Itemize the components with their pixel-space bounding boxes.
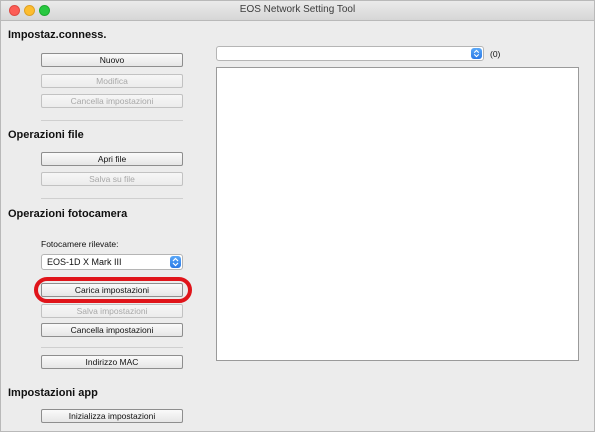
settings-count: (0) [490,49,501,59]
separator [41,347,183,348]
camera-select-value: EOS-1D X Mark III [47,257,122,267]
save-camera-settings-button[interactable]: Salva impostazioni [41,304,183,318]
delete-connection-settings-button[interactable]: Cancella impostazioni [41,94,183,108]
camera-operations-heading: Operazioni fotocamera [8,208,128,220]
camera-select[interactable]: EOS-1D X Mark III [41,254,183,270]
initialize-settings-button[interactable]: Inizializza impostazioni [41,409,183,423]
mac-address-button[interactable]: Indirizzo MAC [41,355,183,369]
load-settings-button[interactable]: Carica impostazioni [41,283,183,297]
detected-cameras-label: Fotocamere rilevate: [41,239,119,249]
up-down-chevron-icon[interactable] [170,256,181,268]
delete-camera-settings-button[interactable]: Cancella impostazioni [41,323,183,337]
file-operations-heading: Operazioni file [8,129,84,141]
window-title: EOS Network Setting Tool [239,4,356,15]
app-window: EOS Network Setting Tool Impostaz.connes… [0,0,595,432]
connection-settings-heading: Impostaz.conness. [8,29,107,41]
open-file-button[interactable]: Apri file [41,152,183,166]
settings-list-panel[interactable] [216,67,579,361]
save-to-file-button[interactable]: Salva su file [41,172,183,186]
up-down-chevron-icon[interactable] [471,48,482,59]
app-settings-heading: Impostazioni app [8,387,98,399]
separator [41,198,183,199]
settings-dropdown[interactable] [216,46,484,61]
title-bar: EOS Network Setting Tool [1,1,594,21]
new-connection-button[interactable]: Nuovo [41,53,183,67]
separator [41,120,183,121]
edit-connection-button[interactable]: Modifica [41,74,183,88]
